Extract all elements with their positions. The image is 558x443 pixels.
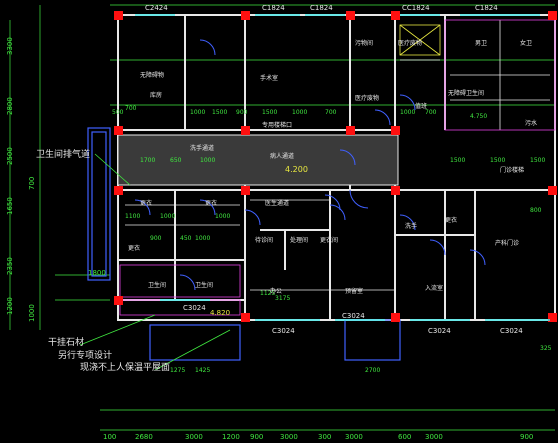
dim-small-18: 325 xyxy=(540,345,552,352)
room-label-25: 女卫 xyxy=(520,39,532,47)
dim-top-11: 1500 xyxy=(450,157,465,164)
dim-bottom-4: 1200 xyxy=(222,433,240,441)
dim-small-12: 1275 xyxy=(170,367,185,374)
dim-top-2: 500 xyxy=(112,109,124,116)
hatched-corridor xyxy=(117,134,399,186)
dim-bottom-6: 3000 xyxy=(280,433,298,441)
dim-bottom-1: 100 xyxy=(103,433,116,441)
dim-bottom-9: 600 xyxy=(398,433,411,441)
window-label-bottom-4: C3024 xyxy=(428,327,451,335)
dim-left-5: 2350 xyxy=(6,257,14,275)
floor-plan-svg[interactable]: C2424 C1824 C1824 CC1824 C1824 C3024 C30… xyxy=(0,0,558,443)
room-label-17: 预留室 xyxy=(345,287,363,295)
room-label-14: 处理间 xyxy=(290,236,308,244)
annotation-leaders xyxy=(79,153,231,371)
room-label-2: 库房 xyxy=(150,91,162,99)
dim-top-8: 700 xyxy=(325,109,337,116)
dim-small-5: 1000 xyxy=(195,235,210,242)
room-label-19: 更衣 xyxy=(445,216,457,224)
room-label-28: 待诊间 xyxy=(255,236,273,244)
annotation-stone-cladding: 干挂石材 xyxy=(48,336,84,348)
dim-small-20: 800 xyxy=(530,207,542,214)
room-label-27: 医疗废物 xyxy=(398,39,422,47)
room-label-13: 医疗废物 xyxy=(355,94,379,102)
room-label-26: 专用楼梯口 xyxy=(262,121,292,129)
dim-left-1: 3300 xyxy=(6,37,14,55)
dim-top-1: 700 xyxy=(125,105,137,112)
room-label-23: 门诊楼梯 xyxy=(500,166,524,174)
window-label-c1824-b: C1824 xyxy=(310,4,333,12)
room-label-4: 洗手通道 xyxy=(190,144,214,152)
dim-left-9: 700 xyxy=(28,177,36,190)
dim-small-7: 1100 xyxy=(125,213,140,220)
room-label-9: 卫生间 xyxy=(148,281,166,289)
dim-top-6: 1500 xyxy=(262,109,277,116)
room-label-18: 洗手 xyxy=(405,222,417,230)
dim-top-12: 1500 xyxy=(490,157,505,164)
dim-small-19: 1500 xyxy=(530,157,545,164)
room-label-11: 值班 xyxy=(415,102,427,110)
room-label-5: 病人通道 xyxy=(270,152,294,160)
dim-bottom-2: 2680 xyxy=(135,433,153,441)
annotation-roof: 现浇不上人保温平屋面 xyxy=(80,361,170,373)
dim-small-4: 900 xyxy=(150,235,162,242)
window-label-c1824-c: C1824 xyxy=(475,4,498,12)
dim-left-3: 2500 xyxy=(6,147,14,165)
dim-small-17: 4.750 xyxy=(470,113,487,120)
dim-left-6: 1200 xyxy=(6,297,14,315)
room-label-6: 医生通道 xyxy=(265,199,289,207)
dim-small-16: 3175 xyxy=(275,295,290,302)
dim-top-3: 1000 xyxy=(190,109,205,116)
dim-left-8: 1800 xyxy=(88,269,106,277)
dim-left-7: 1000 xyxy=(28,304,36,322)
room-label-24: 男卫 xyxy=(475,40,487,47)
room-label-8: 更衣 xyxy=(205,199,217,207)
elevation-mark-1: 4.200 xyxy=(285,165,308,174)
room-label-16: 办公 xyxy=(270,287,282,295)
window-label-bottom-5: C3024 xyxy=(500,327,523,335)
annotation-special-design: 另行专项设计 xyxy=(58,349,112,361)
dim-left-4: 1650 xyxy=(6,197,14,215)
dim-bottom-3: 3000 xyxy=(185,433,203,441)
dim-small-2: 650 xyxy=(170,157,182,164)
dim-bottom-10: 3000 xyxy=(425,433,443,441)
window-label-c1824-a: C1824 xyxy=(262,4,285,12)
dim-small-8: 1000 xyxy=(160,213,175,220)
room-label-22: 无障碍卫生间 xyxy=(448,89,484,97)
dim-top-7: 1000 xyxy=(292,109,307,116)
dim-bottom-7: 300 xyxy=(318,433,331,441)
window-label-bottom-3: C3024 xyxy=(342,312,365,320)
elevation-mark-2: 4.820 xyxy=(210,309,230,317)
dim-small-13: 1425 xyxy=(195,367,210,374)
room-label-10: 卫生间 xyxy=(195,281,213,289)
room-label-12: 污物间 xyxy=(355,39,373,47)
dim-top-9: 1000 xyxy=(400,109,415,116)
dim-top-5: 900 xyxy=(236,109,248,116)
dim-bottom-11: 900 xyxy=(520,433,533,441)
dim-bottom-8: 3000 xyxy=(345,433,363,441)
cad-drawing-canvas[interactable]: C2424 C1824 C1824 CC1824 C1824 C3024 C30… xyxy=(0,0,558,443)
room-label-20: 入流室 xyxy=(425,284,443,292)
window-label-bottom-1: C3024 xyxy=(183,304,206,312)
dim-bottom-5: 900 xyxy=(250,433,263,441)
window-label-cc1824: CC1824 xyxy=(402,4,430,12)
room-label-29: 更衣 xyxy=(128,244,140,252)
window-label-c2424: C2424 xyxy=(145,4,168,12)
room-label-7: 更衣 xyxy=(140,199,152,207)
window-label-bottom-2: C3024 xyxy=(272,327,295,335)
dim-small-14: 2700 xyxy=(365,367,380,374)
dim-small-10: 1000 xyxy=(215,213,230,220)
annotation-exhaust-duct: 卫生间排气道 xyxy=(36,148,90,160)
room-label-15: 更衣间 xyxy=(320,236,338,244)
dim-top-10: 700 xyxy=(425,109,437,116)
dim-small-9: 450 xyxy=(180,235,192,242)
room-label-30: 污水 xyxy=(525,119,537,127)
room-label-21: 产科门诊 xyxy=(495,239,519,247)
dim-small-3: 1000 xyxy=(200,157,215,164)
room-label-1: 无障碍物 xyxy=(140,71,164,79)
dim-small-1: 1700 xyxy=(140,157,155,164)
dim-left-2: 2800 xyxy=(6,97,14,115)
dim-top-4: 1500 xyxy=(212,109,227,116)
room-label-3: 手术室 xyxy=(260,74,278,82)
